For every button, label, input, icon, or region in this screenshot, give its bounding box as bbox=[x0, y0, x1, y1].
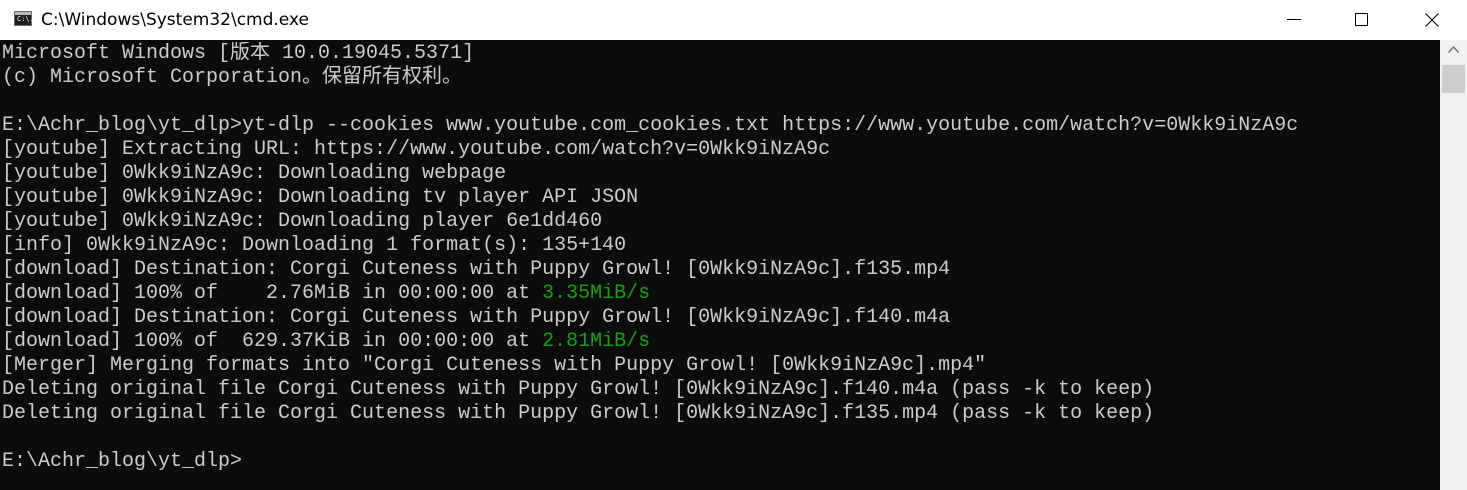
download-speed: 2.81MiB/s bbox=[542, 330, 651, 353]
minimize-button[interactable] bbox=[1259, 0, 1329, 40]
console-line: (c) Microsoft Corporation。保留所有权利。 bbox=[0, 66, 1440, 90]
scroll-up-button[interactable] bbox=[1440, 40, 1467, 60]
console-line: [Merger] Merging formats into "Corgi Cut… bbox=[0, 354, 1440, 378]
console-line: [youtube] 0Wkk9iNzA9c: Downloading tv pl… bbox=[0, 186, 1440, 210]
console-line: [download] 100% of 629.37KiB in 00:00:00… bbox=[0, 330, 1440, 354]
console-line: [info] 0Wkk9iNzA9c: Downloading 1 format… bbox=[0, 234, 1440, 258]
console-line-text: [youtube] Extracting URL: https://www.yo… bbox=[2, 138, 831, 161]
console-line-text: [youtube] 0Wkk9iNzA9c: Downloading webpa… bbox=[2, 162, 507, 185]
console-line: [download] Destination: Corgi Cuteness w… bbox=[0, 306, 1440, 330]
console-line-text: [download] Destination: Corgi Cuteness w… bbox=[2, 306, 951, 329]
console-line-text: [info] 0Wkk9iNzA9c: Downloading 1 format… bbox=[2, 234, 627, 257]
console-line-text: [youtube] 0Wkk9iNzA9c: Downloading tv pl… bbox=[2, 186, 639, 209]
download-speed: 3.35MiB/s bbox=[542, 282, 651, 305]
vertical-scrollbar[interactable] bbox=[1440, 40, 1467, 490]
console-line-text: Microsoft Windows [版本 10.0.19045.5371] bbox=[2, 42, 475, 65]
title-bar[interactable]: C:\. C:\Windows\System32\cmd.exe bbox=[0, 0, 1467, 40]
console-line: Microsoft Windows [版本 10.0.19045.5371] bbox=[0, 42, 1440, 66]
close-button[interactable] bbox=[1397, 0, 1467, 40]
console-line-text: [Merger] Merging formats into "Corgi Cut… bbox=[2, 354, 987, 377]
console-line: [youtube] 0Wkk9iNzA9c: Downloading playe… bbox=[0, 210, 1440, 234]
console-line-text: [download] 100% of 629.37KiB in 00:00:00… bbox=[2, 330, 543, 353]
console-line: Deleting original file Corgi Cuteness wi… bbox=[0, 402, 1440, 426]
console-line-text: Deleting original file Corgi Cuteness wi… bbox=[2, 402, 1155, 425]
cmd-icon-glyph: C:\. bbox=[17, 15, 34, 23]
console-line-text: (c) Microsoft Corporation。保留所有权利。 bbox=[2, 66, 463, 89]
console-line-text: E:\Achr_blog\yt_dlp> bbox=[2, 450, 243, 473]
cmd-window: C:\. C:\Windows\System32\cmd.exe Microso… bbox=[0, 0, 1467, 490]
console-line: E:\Achr_blog\yt_dlp>yt-dlp --cookies www… bbox=[0, 114, 1440, 138]
maximize-button[interactable] bbox=[1327, 0, 1397, 40]
scroll-thumb[interactable] bbox=[1442, 65, 1465, 93]
window-title: C:\Windows\System32\cmd.exe bbox=[41, 10, 309, 30]
console-line: [youtube] Extracting URL: https://www.yo… bbox=[0, 138, 1440, 162]
console-line: [youtube] 0Wkk9iNzA9c: Downloading webpa… bbox=[0, 162, 1440, 186]
console-output[interactable]: Microsoft Windows [版本 10.0.19045.5371] (c… bbox=[0, 42, 1440, 490]
close-icon bbox=[1425, 13, 1439, 27]
chevron-up-icon bbox=[1448, 46, 1459, 53]
maximize-icon bbox=[1355, 13, 1368, 26]
console-line: [download] 100% of 2.76MiB in 00:00:00 a… bbox=[0, 282, 1440, 306]
minimize-icon bbox=[1287, 19, 1301, 20]
cmd-icon[interactable]: C:\. bbox=[14, 11, 34, 26]
console-line-text: [download] Destination: Corgi Cuteness w… bbox=[2, 258, 951, 281]
console-line-text: Deleting original file Corgi Cuteness wi… bbox=[2, 378, 1155, 401]
console-line-text: [download] 100% of 2.76MiB in 00:00:00 a… bbox=[2, 282, 543, 305]
console-line: E:\Achr_blog\yt_dlp> bbox=[0, 450, 1440, 474]
console-line-text: [youtube] 0Wkk9iNzA9c: Downloading playe… bbox=[2, 210, 603, 233]
console-line-text: E:\Achr_blog\yt_dlp>yt-dlp --cookies www… bbox=[2, 114, 1299, 137]
console-line: Deleting original file Corgi Cuteness wi… bbox=[0, 378, 1440, 402]
console-line: [download] Destination: Corgi Cuteness w… bbox=[0, 258, 1440, 282]
